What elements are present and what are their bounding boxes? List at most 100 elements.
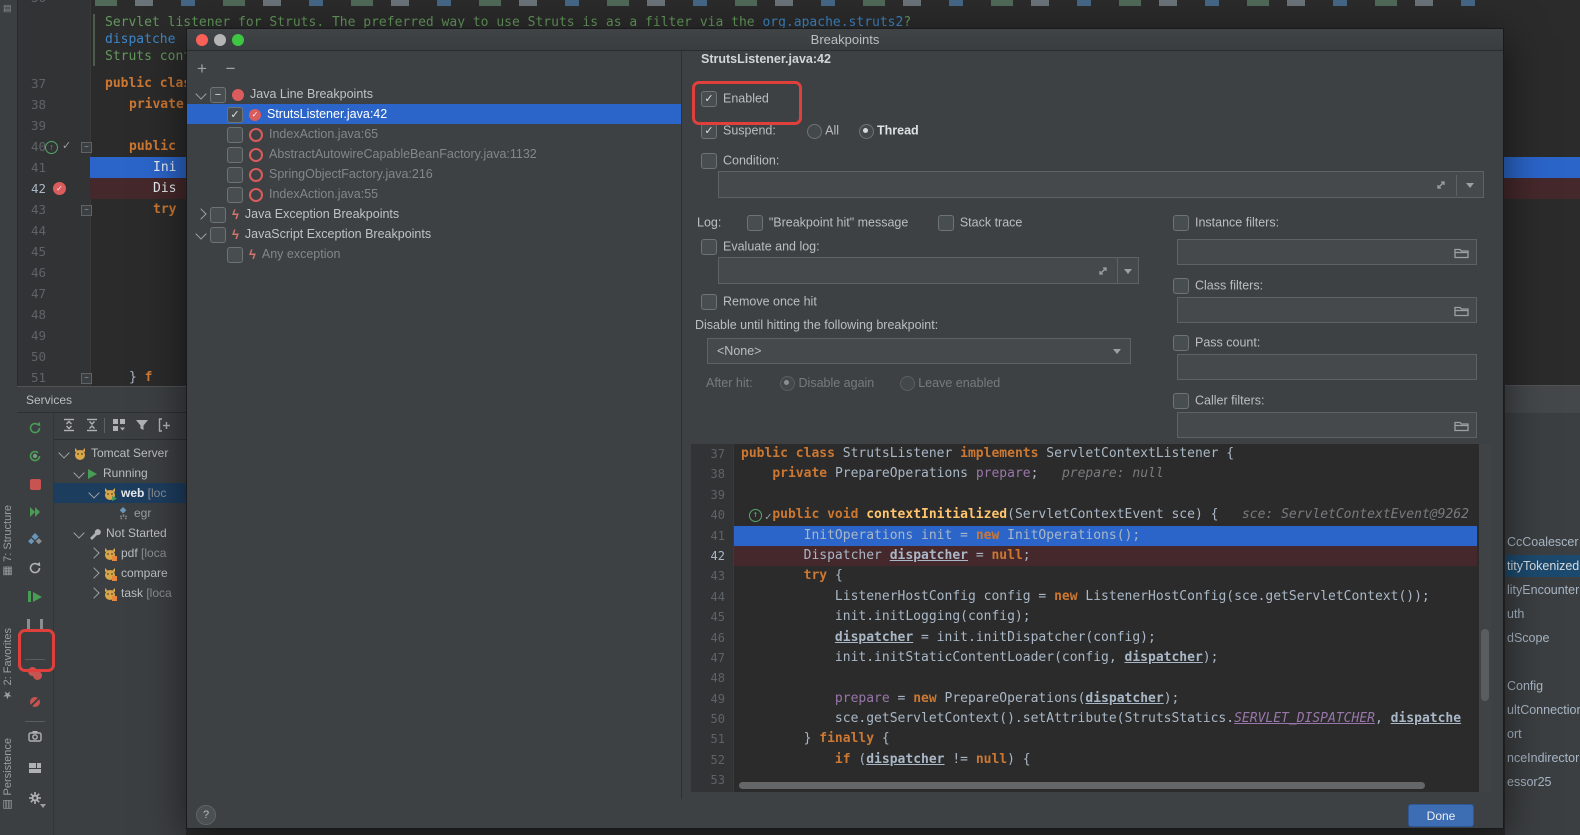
resume-button[interactable] (27, 589, 43, 605)
refresh-button[interactable] (27, 561, 43, 577)
list-item[interactable]: CcCoalescer (1505, 531, 1580, 553)
list-item[interactable]: dScope (1505, 627, 1580, 649)
stripe-persistence-tab[interactable]: ▥ Persistence (1, 738, 14, 812)
breakpoint-tree-row[interactable]: AbstractAutowireCapableBeanFactory.java:… (187, 144, 681, 164)
stripe-structure-tab[interactable]: ▦ 7: Structure (1, 505, 14, 578)
row-checkbox[interactable] (227, 127, 243, 143)
service-row[interactable]: pdf [loca (54, 543, 186, 563)
preview-code-line[interactable]: 37public class StrutsListener implements… (691, 444, 1491, 464)
preview-code-line[interactable]: 43 try { (691, 566, 1491, 586)
preview-code-line[interactable]: 38 private PrepareOperations prepare; pr… (691, 464, 1491, 484)
row-checkbox[interactable] (227, 167, 243, 183)
restart-button[interactable] (27, 505, 43, 521)
help-button[interactable]: ? (196, 805, 216, 825)
override-gutter-icon[interactable]: ↑ (45, 141, 58, 154)
chevron-down-icon[interactable] (73, 528, 84, 539)
chevron-down-icon[interactable] (73, 468, 84, 479)
class-filters-checkbox[interactable]: Class filters: (1173, 278, 1263, 294)
service-row[interactable]: Tomcat Server (54, 443, 186, 463)
chevron-right-icon[interactable] (195, 209, 206, 220)
list-item[interactable]: lityEncounter (1505, 579, 1580, 601)
row-checkbox[interactable] (210, 227, 226, 243)
instance-filters-checkbox[interactable]: Instance filters: (1173, 215, 1279, 231)
breakpoint-tree-row[interactable]: IndexAction.java:65 (187, 124, 681, 144)
pass-count-input[interactable] (1177, 354, 1477, 380)
row-checkbox[interactable]: − (210, 87, 226, 103)
chevron-down-icon[interactable] (195, 89, 206, 100)
chevron-down-icon[interactable] (58, 448, 69, 459)
instance-filters-input[interactable] (1177, 239, 1477, 265)
breakpoint-tree-row[interactable]: SpringObjectFactory.java:216 (187, 164, 681, 184)
list-item[interactable]: Config (1505, 675, 1580, 697)
add-service-icon[interactable] (156, 418, 174, 434)
checkbox-icon[interactable] (1173, 278, 1189, 294)
chevron-right-icon[interactable] (88, 588, 99, 599)
caller-filters-checkbox[interactable]: Caller filters: (1173, 393, 1264, 409)
row-checkbox[interactable] (227, 147, 243, 163)
group-by-icon[interactable] (110, 418, 128, 434)
condition-input[interactable] (718, 171, 1484, 198)
remove-breakpoint-button[interactable]: − (226, 59, 236, 78)
list-item[interactable]: ort (1505, 723, 1580, 745)
folder-icon[interactable] (1454, 246, 1469, 259)
service-row[interactable]: compare (54, 563, 186, 583)
stack-trace-checkbox[interactable] (938, 215, 954, 231)
caller-filters-input[interactable] (1177, 412, 1477, 438)
breakpoint-tree-row[interactable]: ϟJavaScript Exception Breakpoints (187, 224, 681, 244)
list-item[interactable]: tityTokenizedC (1505, 555, 1580, 577)
preview-code-line[interactable]: 50 sce.getServletContext().setAttribute(… (691, 709, 1491, 729)
preview-code-line[interactable]: 40↑✓ public void contextInitialized(Serv… (691, 505, 1491, 525)
vertical-scrollbar-track[interactable] (1479, 444, 1491, 792)
breakpoint-tree-row[interactable]: ✓✓StrutsListener.java:42 (187, 104, 681, 124)
suspend-all-radio[interactable] (807, 124, 822, 139)
suspend-checkbox[interactable]: ✓ (701, 123, 717, 139)
javadoc-link-dispatcher[interactable]: dispatche (105, 32, 175, 47)
breakpoint-tree-row[interactable]: ϟAny exception (187, 244, 681, 264)
rerun-debug-button[interactable] (27, 449, 43, 465)
condition-checkbox[interactable]: Condition: (701, 153, 779, 169)
expand-icon[interactable] (1435, 179, 1447, 191)
breakpoint-tree-row[interactable]: −Java Line Breakpoints (187, 84, 681, 104)
service-row[interactable]: egr (54, 503, 186, 523)
row-checkbox[interactable] (227, 247, 243, 263)
list-item[interactable]: nceIndirector (1505, 747, 1580, 769)
list-item[interactable]: uth (1505, 603, 1580, 625)
dialog-titlebar[interactable]: Breakpoints (187, 29, 1503, 51)
suspend-thread-radio[interactable] (859, 124, 874, 139)
class-filters-input[interactable] (1177, 297, 1477, 323)
service-row[interactable]: task [loca (54, 583, 186, 603)
chevron-right-icon[interactable] (88, 548, 99, 559)
disable-again-radio[interactable] (780, 376, 795, 391)
preview-code-line[interactable]: 41 InitOperations init = new InitOperati… (691, 526, 1491, 546)
checkbox-icon[interactable] (701, 153, 717, 169)
horizontal-scrollbar[interactable] (739, 782, 1425, 789)
log-message-checkbox[interactable] (747, 215, 763, 231)
fold-marker[interactable]: − (81, 142, 92, 153)
dropdown-arrow-icon[interactable] (1466, 183, 1474, 188)
preview-code-line[interactable]: 42✓ Dispatcher dispatcher = null; (691, 546, 1491, 566)
preview-code-line[interactable]: 49 prepare = new PrepareOperations(dispa… (691, 689, 1491, 709)
breakpoint-tree-row[interactable]: IndexAction.java:55 (187, 184, 681, 204)
disable-until-combobox[interactable]: <None> (707, 338, 1131, 364)
expand-icon[interactable] (1097, 265, 1109, 277)
layout-button[interactable] (27, 761, 43, 777)
preview-code-line[interactable]: 45 init.initLogging(config); (691, 607, 1491, 627)
list-item[interactable]: essor25 (1505, 771, 1580, 793)
preview-code-line[interactable]: 52 if (dispatcher != null) { (691, 750, 1491, 770)
evaluate-input[interactable] (718, 257, 1118, 284)
checkbox-icon[interactable] (1173, 335, 1189, 351)
evaluate-history-button[interactable] (1117, 257, 1139, 284)
mute-breakpoints-button[interactable] (27, 695, 43, 711)
checkbox-icon[interactable] (701, 294, 717, 310)
stripe-favorites-tab[interactable]: ★ 2: Favorites (1, 628, 14, 702)
chevron-right-icon[interactable] (88, 568, 99, 579)
preview-code-line[interactable]: 39 (691, 485, 1491, 505)
preview-code-line[interactable]: 44 ListenerHostConfig config = new Liste… (691, 587, 1491, 607)
row-checkbox[interactable] (210, 207, 226, 223)
breakpoint-tree-row[interactable]: ϟJava Exception Breakpoints (187, 204, 681, 224)
folder-icon[interactable] (1454, 304, 1469, 317)
list-item[interactable]: ultConnection (1505, 699, 1580, 721)
service-row[interactable]: Not Started (54, 523, 186, 543)
expand-all-icon[interactable] (60, 418, 78, 434)
chevron-down-icon[interactable] (195, 229, 206, 240)
